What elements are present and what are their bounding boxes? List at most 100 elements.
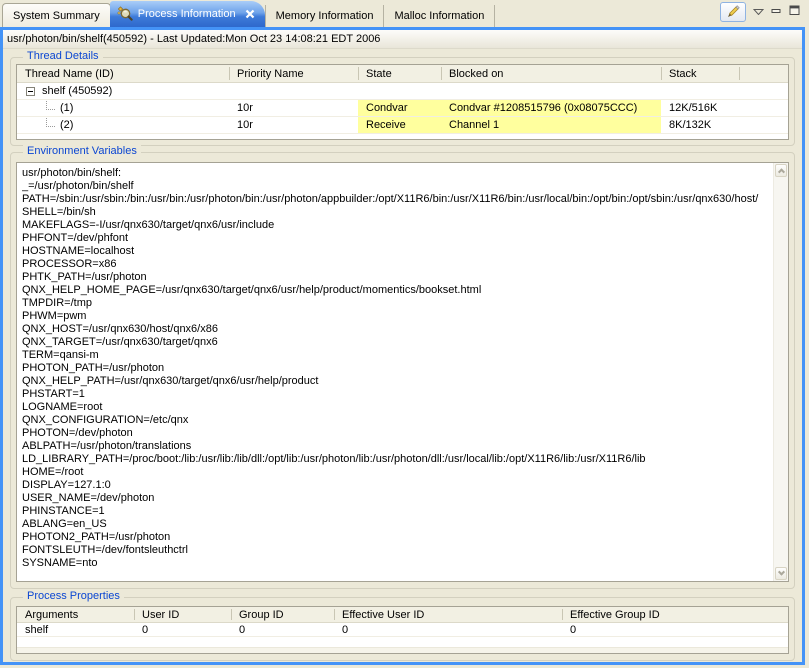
thread-priority: 10r bbox=[229, 100, 358, 116]
env-line: PHOTON2_PATH=/usr/photon bbox=[22, 531, 771, 544]
view-content: Thread Details Thread Name (ID) Priority… bbox=[3, 57, 802, 661]
thread-stack: 12K/516K bbox=[661, 100, 739, 116]
env-line: PHWM=pwm bbox=[22, 310, 771, 323]
view-title-bar: usr/photon/bin/shelf(450592) - Last Upda… bbox=[3, 30, 802, 49]
thread-table-header: Thread Name (ID) Priority Name State Blo… bbox=[17, 65, 788, 83]
environment-variables-box: usr/photon/bin/shelf:_=/usr/photon/bin/s… bbox=[16, 162, 789, 582]
env-line: QNX_HELP_PATH=/usr/qnx630/target/qnx6/us… bbox=[22, 375, 771, 388]
empty-row bbox=[17, 637, 788, 647]
tab-memory-information[interactable]: Memory Information bbox=[265, 5, 385, 27]
thread-name: shelf (450592) bbox=[42, 85, 112, 97]
process-info-icon bbox=[117, 6, 133, 22]
env-line: TMPDIR=/tmp bbox=[22, 297, 771, 310]
process-row[interactable]: shelf 0 0 0 0 bbox=[17, 623, 788, 637]
env-line: TERM=qansi-m bbox=[22, 349, 771, 362]
scroll-up-icon[interactable] bbox=[775, 164, 787, 177]
env-lines: usr/photon/bin/shelf:_=/usr/photon/bin/s… bbox=[22, 167, 771, 579]
process-table-header: Arguments User ID Group ID Effective Use… bbox=[17, 607, 788, 623]
env-line: PHINSTANCE=1 bbox=[22, 505, 771, 518]
scroll-down-icon[interactable] bbox=[775, 567, 787, 580]
tree-branch-icon bbox=[46, 101, 55, 110]
tab-label: Memory Information bbox=[276, 10, 374, 22]
col-effective-group-id[interactable]: Effective Group ID bbox=[562, 607, 788, 622]
thread-blocked-on: Condvar #1208515796 (0x08075CCC) bbox=[441, 100, 661, 116]
col-thread-name[interactable]: Thread Name (ID) bbox=[17, 65, 229, 82]
thread-blocked-on: Channel 1 bbox=[441, 117, 661, 133]
thread-table: Thread Name (ID) Priority Name State Blo… bbox=[16, 64, 789, 140]
thread-name: (2) bbox=[60, 119, 73, 131]
env-line: USER_NAME=/dev/photon bbox=[22, 492, 771, 505]
col-blocked-on[interactable]: Blocked on bbox=[441, 65, 661, 82]
col-user-id[interactable]: User ID bbox=[134, 607, 231, 622]
env-line: ABLPATH=/usr/photon/translations bbox=[22, 440, 771, 453]
group-id-value: 0 bbox=[231, 623, 334, 636]
thread-stack: 8K/132K bbox=[661, 117, 739, 133]
env-line: QNX_CONFIGURATION=/etc/qnx bbox=[22, 414, 771, 427]
tab-close-icon[interactable] bbox=[245, 9, 255, 19]
arguments-value: shelf bbox=[17, 623, 134, 636]
thread-state: Receive bbox=[358, 117, 441, 133]
effective-group-id-value: 0 bbox=[562, 623, 788, 636]
col-effective-user-id[interactable]: Effective User ID bbox=[334, 607, 562, 622]
thread-details-label: Thread Details bbox=[23, 50, 103, 62]
env-line: HOME=/root bbox=[22, 466, 771, 479]
process-information-view: usr/photon/bin/shelf(450592) - Last Upda… bbox=[0, 27, 805, 665]
env-line: _=/usr/photon/bin/shelf bbox=[22, 180, 771, 193]
env-line: PHTK_PATH=/usr/photon bbox=[22, 271, 771, 284]
process-title-text: usr/photon/bin/shelf(450592) - Last Upda… bbox=[7, 33, 380, 45]
env-line: HOSTNAME=localhost bbox=[22, 245, 771, 258]
user-id-value: 0 bbox=[134, 623, 231, 636]
thread-row-parent[interactable]: shelf (450592) bbox=[17, 83, 788, 100]
env-line: FONTSLEUTH=/dev/fontsleuthctrl bbox=[22, 544, 771, 557]
env-line: PROCESSOR=x86 bbox=[22, 258, 771, 271]
env-line: QNX_HOST=/usr/qnx630/host/qnx6/x86 bbox=[22, 323, 771, 336]
col-stack[interactable]: Stack bbox=[661, 65, 739, 82]
env-line: PHSTART=1 bbox=[22, 388, 771, 401]
env-line: SYSNAME=nto bbox=[22, 557, 771, 570]
thread-row-2[interactable]: (2) 10r Receive Channel 1 8K/132K bbox=[17, 117, 788, 134]
process-properties-label: Process Properties bbox=[23, 590, 124, 602]
env-line: QNX_HELP_HOME_PAGE=/usr/qnx630/target/qn… bbox=[22, 284, 771, 297]
tab-label: System Summary bbox=[13, 10, 100, 22]
col-state[interactable]: State bbox=[358, 65, 441, 82]
env-line: PHFONT=/dev/phfont bbox=[22, 232, 771, 245]
empty-row bbox=[17, 647, 788, 654]
env-line: PATH=/sbin:/usr/sbin:/bin:/usr/bin:/usr/… bbox=[22, 193, 771, 206]
tab-system-summary[interactable]: System Summary bbox=[2, 3, 111, 27]
vertical-scrollbar[interactable] bbox=[773, 163, 788, 581]
env-line: QNX_TARGET=/usr/qnx630/target/qnx6 bbox=[22, 336, 771, 349]
process-properties-group: Process Properties Arguments User ID Gro… bbox=[10, 597, 795, 661]
tab-process-information[interactable]: Process Information bbox=[110, 1, 265, 27]
thread-row-1[interactable]: (1) 10r Condvar Condvar #1208515796 (0x0… bbox=[17, 100, 788, 117]
tree-collapse-icon[interactable] bbox=[26, 87, 35, 96]
col-arguments[interactable]: Arguments bbox=[17, 607, 134, 622]
thread-details-group: Thread Details Thread Name (ID) Priority… bbox=[10, 57, 795, 146]
thread-state: Condvar bbox=[358, 100, 441, 116]
col-priority-name[interactable]: Priority Name bbox=[229, 65, 358, 82]
tab-malloc-information[interactable]: Malloc Information bbox=[384, 5, 495, 27]
env-line: PHOTON_PATH=/usr/photon bbox=[22, 362, 771, 375]
view-toolbar bbox=[720, 2, 809, 22]
empty-row bbox=[17, 134, 788, 140]
tab-label: Process Information bbox=[138, 8, 236, 20]
env-line: ABLANG=en_US bbox=[22, 518, 771, 531]
env-line: PHOTON=/dev/photon bbox=[22, 427, 771, 440]
pencil-icon[interactable] bbox=[720, 2, 746, 22]
maximize-icon[interactable] bbox=[789, 5, 801, 19]
effective-user-id-value: 0 bbox=[334, 623, 562, 636]
minimize-icon[interactable] bbox=[771, 6, 782, 19]
env-line: SHELL=/bin/sh bbox=[22, 206, 771, 219]
col-group-id[interactable]: Group ID bbox=[231, 607, 334, 622]
env-line: LOGNAME=root bbox=[22, 401, 771, 414]
process-properties-table: Arguments User ID Group ID Effective Use… bbox=[16, 606, 789, 654]
thread-priority: 10r bbox=[229, 117, 358, 133]
env-line: usr/photon/bin/shelf: bbox=[22, 167, 771, 180]
env-line: DISPLAY=127.1:0 bbox=[22, 479, 771, 492]
environment-variables-group: Environment Variables usr/photon/bin/she… bbox=[10, 152, 795, 589]
tab-label: Malloc Information bbox=[394, 10, 484, 22]
tree-branch-icon bbox=[46, 118, 55, 127]
environment-variables-label: Environment Variables bbox=[23, 145, 141, 157]
env-line: LD_LIBRARY_PATH=/proc/boot:/lib:/usr/lib… bbox=[22, 453, 771, 466]
view-menu-chevron-icon[interactable] bbox=[753, 6, 764, 18]
col-empty[interactable] bbox=[739, 65, 788, 82]
